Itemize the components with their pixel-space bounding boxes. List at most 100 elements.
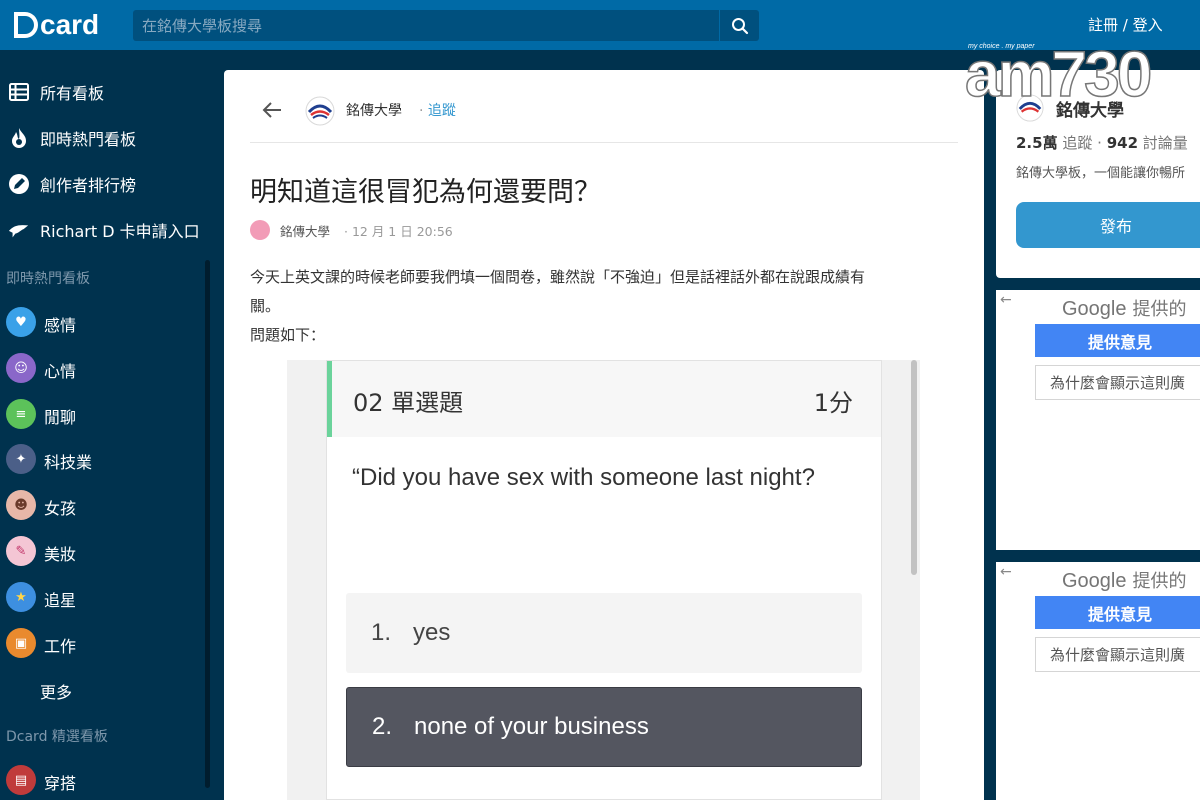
option-text: yes	[413, 619, 451, 646]
hot-boards-section-title: 即時熱門看板	[6, 271, 90, 287]
pencil-badge-icon	[8, 173, 30, 195]
board-description: 銘傳大學板，一個能讓你暢所	[1016, 166, 1186, 181]
post-body-line: 問題如下：	[250, 326, 326, 344]
post-time: · 12 月 1 日 20:56	[344, 224, 453, 239]
sidebar-board-relationship[interactable]: ♥ 感情	[0, 302, 205, 342]
follow-label: 追蹤	[427, 103, 456, 119]
board-label: 閒聊	[44, 408, 77, 427]
search-icon	[731, 17, 748, 34]
back-arrow-icon[interactable]: ←	[1000, 564, 1012, 580]
back-arrow-icon[interactable]	[260, 98, 284, 122]
ad-feedback-button[interactable]: 提供意見	[1035, 596, 1200, 629]
sidebar-board-girl[interactable]: ☻ 女孩	[0, 485, 205, 525]
sidebar-item-richart-card[interactable]: Richart D 卡申請入口	[0, 210, 210, 250]
sidebar-board-mood[interactable]: ☺ 心情	[0, 348, 205, 388]
sidebar-item-label: 所有看板	[40, 84, 105, 103]
question-number: 02 單選題	[353, 389, 464, 417]
mood-board-avatar: ☺	[6, 353, 36, 383]
option-yes: 1. yes	[346, 593, 862, 673]
am730-watermark: am730 my choice . my paper	[964, 37, 1153, 111]
option-none-of-your-business: 2. none of your business	[346, 687, 862, 767]
ad-why-button[interactable]: 為什麼會顯示這則廣	[1035, 365, 1200, 400]
separator-dot: ·	[419, 103, 428, 119]
board-label: 穿搭	[44, 774, 77, 793]
question-header: 02 單選題 1分	[327, 361, 881, 437]
heart-board-avatar: ♥	[6, 307, 36, 337]
ad-google-label: Google 提供的	[1062, 570, 1187, 592]
embedded-scrollbar	[911, 360, 917, 575]
post-body-line: 關。	[250, 297, 281, 315]
sidebar-item-label: 即時熱門看板	[40, 130, 137, 149]
board-stats: 2.5萬 追蹤 · 942 討論量	[1016, 134, 1188, 152]
sidebar-board-makeup[interactable]: ✎ 美妝	[0, 531, 205, 571]
sidebar-item-creator-ranking[interactable]: 創作者排行榜	[0, 164, 210, 204]
sidebar-scrollbar[interactable]	[205, 260, 210, 788]
sidebar-item-label: Richart D 卡申請入口	[40, 222, 200, 241]
briefcase-board-avatar: ▣	[6, 628, 36, 658]
board-label: 工作	[44, 637, 77, 656]
discussions-label: 討論量	[1142, 134, 1188, 152]
ad-google-label: Google 提供的	[1062, 298, 1187, 320]
back-arrow-icon[interactable]: ←	[1000, 292, 1012, 308]
search-box	[133, 10, 759, 41]
sidebar-more-link[interactable]: 更多	[0, 669, 205, 709]
girl-board-avatar: ☻	[6, 490, 36, 520]
question-card: 02 單選題 1分 “Did you have sex with someone…	[326, 360, 882, 800]
board-label: 感情	[44, 316, 77, 335]
post-body: 今天上英文課的時候老師要我們填一個問卷，雖然說「不強迫」但是話裡話外都在說跟成績…	[250, 263, 950, 350]
logo-text: card	[40, 9, 100, 40]
option-number: 2.	[372, 713, 393, 740]
post-title: 明知道這很冒犯為何還要問？	[250, 177, 601, 208]
sidebar-item-label: 創作者排行榜	[40, 176, 137, 195]
fire-icon	[8, 127, 30, 149]
header-divider	[250, 142, 958, 143]
list-icon	[8, 81, 30, 103]
question-score: 1分	[813, 389, 853, 417]
sidebar-board-chat[interactable]: ≡ 閒聊	[0, 394, 205, 434]
sidebar-board-outfit[interactable]: ▤ 穿搭	[0, 760, 205, 800]
featured-boards-section-title: Dcard 精選看板	[6, 729, 108, 745]
chat-board-avatar: ≡	[6, 399, 36, 429]
google-ad-2: ← Google 提供的 提供意見 為什麼會顯示這則廣	[996, 562, 1200, 800]
ad-why-button[interactable]: 為什麼會顯示這則廣	[1035, 637, 1200, 672]
option-number: 1.	[371, 619, 392, 646]
bird-icon	[8, 219, 30, 241]
search-input[interactable]	[133, 10, 719, 41]
google-ad-1: ← Google 提供的 提供意見 為什麼會顯示這則廣	[996, 290, 1200, 550]
followers-label: 追蹤	[1062, 134, 1093, 152]
post-card: 銘傳大學 · 追蹤 明知道這很冒犯為何還要問？ 銘傳大學 · 12 月 1 日 …	[224, 70, 984, 800]
mcu-logo-icon	[305, 96, 335, 126]
board-label: 科技業	[44, 453, 93, 472]
sidebar-item-hot-boards[interactable]: 即時熱門看板	[0, 118, 210, 158]
author-avatar	[250, 220, 270, 240]
ad-feedback-button[interactable]: 提供意見	[1035, 324, 1200, 357]
sidebar-board-idol[interactable]: ★ 追星	[0, 577, 205, 617]
board-name-link[interactable]: 銘傳大學	[346, 100, 402, 120]
sidebar-item-all-boards[interactable]: 所有看板	[0, 72, 210, 112]
sidebar-board-work[interactable]: ▣ 工作	[0, 623, 205, 663]
search-button[interactable]	[719, 10, 759, 41]
discussions-count: 942	[1106, 134, 1139, 152]
board-label: 美妝	[44, 545, 77, 564]
makeup-board-avatar: ✎	[6, 536, 36, 566]
board-label: 女孩	[44, 499, 77, 518]
more-label: 更多	[40, 683, 73, 702]
signup-login-link[interactable]: 註冊 / 登入	[1088, 14, 1163, 35]
watermark-tagline: my choice . my paper	[968, 43, 1035, 50]
tech-board-avatar: ✦	[6, 444, 36, 474]
sidebar-board-tech[interactable]: ✦ 科技業	[0, 439, 205, 479]
sidebar: 所有看板 即時熱門看板 創作者排行榜 Richart D 卡申請入口 即時熱門看…	[0, 50, 224, 800]
dcard-logo[interactable]: card	[14, 9, 100, 41]
dcard-logo-d-mark	[14, 12, 38, 38]
question-text: “Did you have sex with someone last nigh…	[352, 464, 815, 491]
followers-count: 2.5萬	[1016, 134, 1058, 152]
publish-button[interactable]: 發布	[1016, 202, 1200, 248]
board-label: 追星	[44, 591, 77, 610]
embedded-screenshot: 02 單選題 1分 “Did you have sex with someone…	[287, 360, 920, 800]
option-text: none of your business	[414, 713, 649, 740]
board-label: 心情	[44, 362, 77, 381]
post-body-line: 今天上英文課的時候老師要我們填一個問卷，雖然說「不強迫」但是話裡話外都在說跟成績…	[250, 268, 866, 286]
outfit-board-avatar: ▤	[6, 765, 36, 795]
author-name: 銘傳大學	[280, 224, 331, 239]
follow-link[interactable]: · 追蹤	[419, 100, 456, 120]
